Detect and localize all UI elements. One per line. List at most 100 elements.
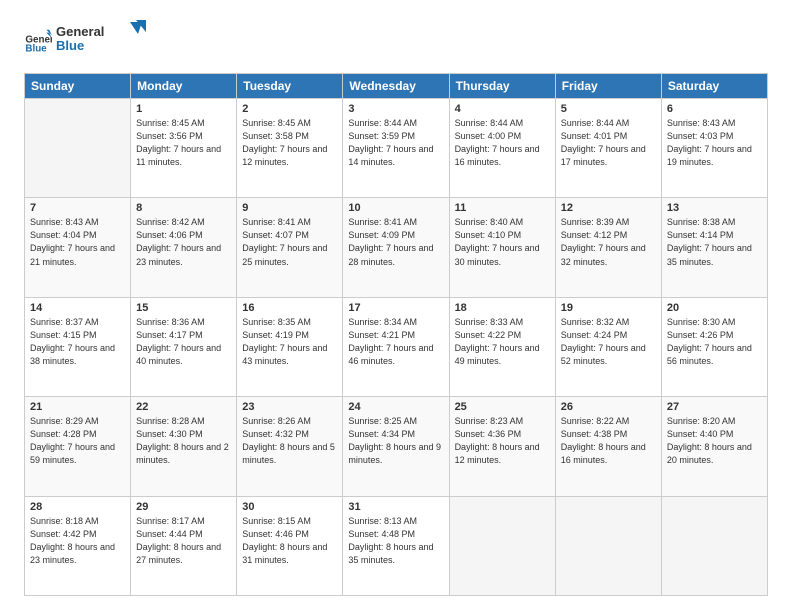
day-detail: Sunrise: 8:35 AMSunset: 4:19 PMDaylight:… bbox=[242, 316, 337, 368]
calendar-day-cell bbox=[555, 496, 661, 595]
day-header-saturday: Saturday bbox=[661, 74, 767, 99]
calendar-week-row: 14 Sunrise: 8:37 AMSunset: 4:15 PMDayligh… bbox=[25, 297, 768, 396]
day-detail: Sunrise: 8:22 AMSunset: 4:38 PMDaylight:… bbox=[561, 415, 656, 467]
calendar-table: SundayMondayTuesdayWednesdayThursdayFrid… bbox=[24, 73, 768, 596]
day-number: 28 bbox=[30, 501, 125, 513]
calendar-day-cell: 8Sunrise: 8:42 AMSunset: 4:06 PMDaylight… bbox=[131, 198, 237, 297]
logo-icon: General Blue bbox=[24, 27, 52, 55]
calendar-day-cell: 23Sunrise: 8:26 AMSunset: 4:32 PMDayligh… bbox=[237, 397, 343, 496]
day-header-tuesday: Tuesday bbox=[237, 74, 343, 99]
day-header-wednesday: Wednesday bbox=[343, 74, 449, 99]
calendar-day-cell: 2Sunrise: 8:45 AMSunset: 3:58 PMDaylight… bbox=[237, 99, 343, 198]
day-detail: Sunrise: 8:41 AMSunset: 4:07 PMDaylight:… bbox=[242, 216, 337, 268]
day-number: 17 bbox=[348, 302, 443, 314]
day-detail: Sunrise: 8:29 AMSunset: 4:28 PMDaylight:… bbox=[30, 415, 125, 467]
calendar-day-cell: 26 Sunrise: 8:22 AMSunset: 4:38 PMDayligh… bbox=[555, 397, 661, 496]
calendar-day-cell: 30 Sunrise: 8:15 AMSunset: 4:46 PMDayligh… bbox=[237, 496, 343, 595]
calendar-day-cell: 22 Sunrise: 8:28 AMSunset: 4:30 PMDayligh… bbox=[131, 397, 237, 496]
calendar-day-cell: 17 Sunrise: 8:34 AMSunset: 4:21 PMDayligh… bbox=[343, 297, 449, 396]
day-number: 29 bbox=[136, 501, 231, 513]
day-number: 5 bbox=[561, 103, 656, 115]
calendar-day-cell bbox=[25, 99, 131, 198]
calendar-day-cell: 5 Sunrise: 8:44 AMSunset: 4:01 PMDaylight… bbox=[555, 99, 661, 198]
day-header-sunday: Sunday bbox=[25, 74, 131, 99]
day-number: 19 bbox=[561, 302, 656, 314]
day-detail: Sunrise: 8:44 AMSunset: 3:59 PMDaylight:… bbox=[348, 117, 443, 169]
day-detail: Sunrise: 8:15 AMSunset: 4:46 PMDaylight:… bbox=[242, 515, 337, 567]
calendar-day-cell: 21 Sunrise: 8:29 AMSunset: 4:28 PMDayligh… bbox=[25, 397, 131, 496]
day-number: 27 bbox=[667, 401, 762, 413]
day-detail: Sunrise: 8:28 AMSunset: 4:30 PMDaylight:… bbox=[136, 415, 231, 467]
day-detail: Sunrise: 8:38 AMSunset: 4:14 PMDaylight:… bbox=[667, 216, 762, 268]
day-header-thursday: Thursday bbox=[449, 74, 555, 99]
day-detail: Sunrise: 8:20 AMSunset: 4:40 PMDaylight:… bbox=[667, 415, 762, 467]
calendar-day-cell: 4 Sunrise: 8:44 AMSunset: 4:00 PMDaylight… bbox=[449, 99, 555, 198]
day-detail: Sunrise: 8:39 AMSunset: 4:12 PMDaylight:… bbox=[561, 216, 656, 268]
day-detail: Sunrise: 8:37 AMSunset: 4:15 PMDaylight:… bbox=[30, 316, 125, 368]
day-detail: Sunrise: 8:33 AMSunset: 4:22 PMDaylight:… bbox=[455, 316, 550, 368]
day-number: 7 bbox=[30, 202, 125, 214]
day-detail: Sunrise: 8:13 AMSunset: 4:48 PMDaylight:… bbox=[348, 515, 443, 567]
calendar-day-cell: 19 Sunrise: 8:32 AMSunset: 4:24 PMDayligh… bbox=[555, 297, 661, 396]
calendar-day-cell: 11Sunrise: 8:40 AMSunset: 4:10 PMDayligh… bbox=[449, 198, 555, 297]
day-number: 22 bbox=[136, 401, 231, 413]
day-detail: Sunrise: 8:43 AMSunset: 4:03 PMDaylight:… bbox=[667, 117, 762, 169]
calendar-day-cell: 16 Sunrise: 8:35 AMSunset: 4:19 PMDayligh… bbox=[237, 297, 343, 396]
day-header-monday: Monday bbox=[131, 74, 237, 99]
calendar-day-cell: 6 Sunrise: 8:43 AMSunset: 4:03 PMDaylight… bbox=[661, 99, 767, 198]
calendar-day-cell: 12Sunrise: 8:39 AMSunset: 4:12 PMDayligh… bbox=[555, 198, 661, 297]
calendar-day-cell: 24 Sunrise: 8:25 AMSunset: 4:34 PMDayligh… bbox=[343, 397, 449, 496]
day-number: 30 bbox=[242, 501, 337, 513]
day-detail: Sunrise: 8:43 AMSunset: 4:04 PMDaylight:… bbox=[30, 216, 125, 268]
calendar-week-row: 21 Sunrise: 8:29 AMSunset: 4:28 PMDayligh… bbox=[25, 397, 768, 496]
calendar-day-cell: 20 Sunrise: 8:30 AMSunset: 4:26 PMDayligh… bbox=[661, 297, 767, 396]
calendar-day-cell bbox=[661, 496, 767, 595]
calendar-week-row: 28 Sunrise: 8:18 AMSunset: 4:42 PMDayligh… bbox=[25, 496, 768, 595]
day-number: 23 bbox=[242, 401, 337, 413]
day-detail: Sunrise: 8:34 AMSunset: 4:21 PMDaylight:… bbox=[348, 316, 443, 368]
day-detail: Sunrise: 8:30 AMSunset: 4:26 PMDaylight:… bbox=[667, 316, 762, 368]
day-number: 9 bbox=[242, 202, 337, 214]
day-number: 24 bbox=[348, 401, 443, 413]
day-detail: Sunrise: 8:42 AMSunset: 4:06 PMDaylight:… bbox=[136, 216, 231, 268]
calendar-day-cell: 29 Sunrise: 8:17 AMSunset: 4:44 PMDayligh… bbox=[131, 496, 237, 595]
day-number: 21 bbox=[30, 401, 125, 413]
calendar-header-row: SundayMondayTuesdayWednesdayThursdayFrid… bbox=[25, 74, 768, 99]
day-number: 31 bbox=[348, 501, 443, 513]
calendar-day-cell: 14 Sunrise: 8:37 AMSunset: 4:15 PMDayligh… bbox=[25, 297, 131, 396]
day-detail: Sunrise: 8:17 AMSunset: 4:44 PMDaylight:… bbox=[136, 515, 231, 567]
day-detail: Sunrise: 8:41 AMSunset: 4:09 PMDaylight:… bbox=[348, 216, 443, 268]
calendar-day-cell bbox=[449, 496, 555, 595]
day-number: 16 bbox=[242, 302, 337, 314]
page: General Blue General Blue SundayMondayT bbox=[0, 0, 792, 612]
svg-text:Blue: Blue bbox=[25, 43, 47, 54]
header: General Blue General Blue bbox=[24, 20, 768, 61]
day-number: 13 bbox=[667, 202, 762, 214]
day-detail: Sunrise: 8:32 AMSunset: 4:24 PMDaylight:… bbox=[561, 316, 656, 368]
day-number: 20 bbox=[667, 302, 762, 314]
day-number: 26 bbox=[561, 401, 656, 413]
day-number: 6 bbox=[667, 103, 762, 115]
day-number: 11 bbox=[455, 202, 550, 214]
calendar-day-cell: 28 Sunrise: 8:18 AMSunset: 4:42 PMDayligh… bbox=[25, 496, 131, 595]
day-detail: Sunrise: 8:44 AMSunset: 4:01 PMDaylight:… bbox=[561, 117, 656, 169]
day-detail: Sunrise: 8:44 AMSunset: 4:00 PMDaylight:… bbox=[455, 117, 550, 169]
logo-wordmark: General Blue bbox=[56, 20, 146, 61]
logo: General Blue General Blue bbox=[24, 20, 146, 61]
day-number: 14 bbox=[30, 302, 125, 314]
day-number: 2 bbox=[242, 103, 337, 115]
day-number: 18 bbox=[455, 302, 550, 314]
day-detail: Sunrise: 8:18 AMSunset: 4:42 PMDaylight:… bbox=[30, 515, 125, 567]
calendar-day-cell: 25Sunrise: 8:23 AMSunset: 4:36 PMDayligh… bbox=[449, 397, 555, 496]
day-number: 4 bbox=[455, 103, 550, 115]
day-number: 25 bbox=[455, 401, 550, 413]
day-number: 1 bbox=[136, 103, 231, 115]
day-header-friday: Friday bbox=[555, 74, 661, 99]
day-detail: Sunrise: 8:45 AMSunset: 3:56 PMDaylight:… bbox=[136, 117, 231, 169]
calendar-day-cell: 3 Sunrise: 8:44 AMSunset: 3:59 PMDaylight… bbox=[343, 99, 449, 198]
day-detail: Sunrise: 8:25 AMSunset: 4:34 PMDaylight:… bbox=[348, 415, 443, 467]
calendar-day-cell: 15Sunrise: 8:36 AMSunset: 4:17 PMDayligh… bbox=[131, 297, 237, 396]
calendar-day-cell: 27 Sunrise: 8:20 AMSunset: 4:40 PMDayligh… bbox=[661, 397, 767, 496]
day-number: 3 bbox=[348, 103, 443, 115]
calendar-day-cell: 9 Sunrise: 8:41 AMSunset: 4:07 PMDaylight… bbox=[237, 198, 343, 297]
